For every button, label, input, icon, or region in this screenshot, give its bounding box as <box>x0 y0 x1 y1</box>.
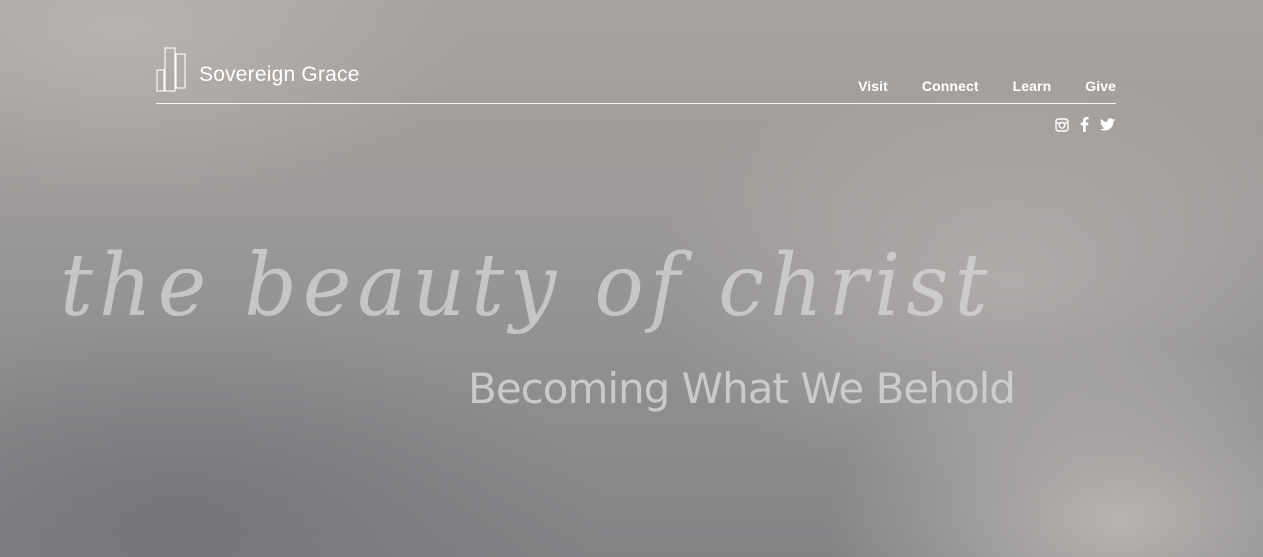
hero-subtitle: Becoming What We Behold <box>468 364 1016 413</box>
nav-visit[interactable]: Visit <box>858 78 888 94</box>
nav-connect[interactable]: Connect <box>922 78 979 94</box>
facebook-icon[interactable] <box>1077 117 1092 132</box>
main-nav: Visit Connect Learn Give <box>858 78 1116 94</box>
logo-icon <box>156 47 186 92</box>
twitter-icon[interactable] <box>1100 117 1115 132</box>
hero-script-title: the beauty of christ <box>60 236 994 336</box>
logo-link[interactable]: Sovereign Grace <box>156 46 360 92</box>
instagram-icon[interactable] <box>1054 117 1069 132</box>
nav-learn[interactable]: Learn <box>1013 78 1052 94</box>
site-header: Sovereign Grace Visit Connect Learn Give <box>156 46 1116 104</box>
social-links <box>1054 117 1115 132</box>
nav-give[interactable]: Give <box>1085 78 1116 94</box>
brand-name: Sovereign Grace <box>199 63 360 86</box>
